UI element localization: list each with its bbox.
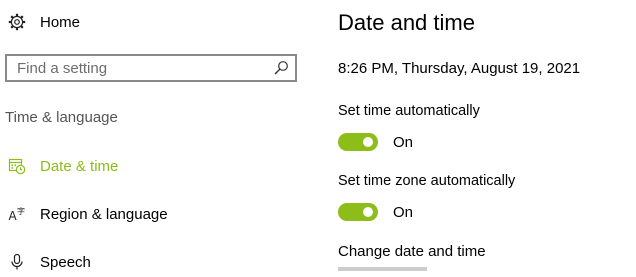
sidebar-item-label: Date & time <box>40 157 119 175</box>
sidebar-item-label: Region & language <box>40 205 168 223</box>
set-timezone-auto-toggle[interactable] <box>338 203 378 221</box>
nav-home-label: Home <box>40 13 81 31</box>
main-panel: Date and time 8:26 PM, Thursday, August … <box>338 0 636 271</box>
set-timezone-auto-label: Set time zone automatically <box>338 173 516 189</box>
sidebar-item-label: Speech <box>40 253 91 271</box>
set-timezone-auto-state: On <box>393 203 414 221</box>
toggle-knob <box>363 137 373 147</box>
search-icon[interactable] <box>273 60 289 76</box>
set-time-auto-toggle[interactable] <box>338 133 378 151</box>
set-time-auto-state: On <box>393 133 414 151</box>
toggle-knob <box>363 207 373 217</box>
microphone-icon <box>8 253 26 271</box>
page-title: Date and time <box>338 10 475 35</box>
change-date-time-label: Change date and time <box>338 243 486 260</box>
set-timezone-auto-row: On <box>338 202 413 222</box>
section-label: Time & language <box>5 109 118 126</box>
set-time-auto-label: Set time automatically <box>338 103 480 119</box>
set-time-auto-row: On <box>338 132 413 152</box>
change-button[interactable] <box>338 267 427 271</box>
language-icon: A 字 <box>8 205 26 223</box>
clock-calendar-icon <box>8 157 26 175</box>
current-datetime: 8:26 PM, Thursday, August 19, 2021 <box>338 60 581 77</box>
search-box[interactable] <box>5 54 297 82</box>
svg-text:字: 字 <box>17 206 25 216</box>
sidebar: Home Time & language <box>0 0 305 271</box>
search-input[interactable] <box>7 56 277 80</box>
gear-icon <box>8 13 26 31</box>
